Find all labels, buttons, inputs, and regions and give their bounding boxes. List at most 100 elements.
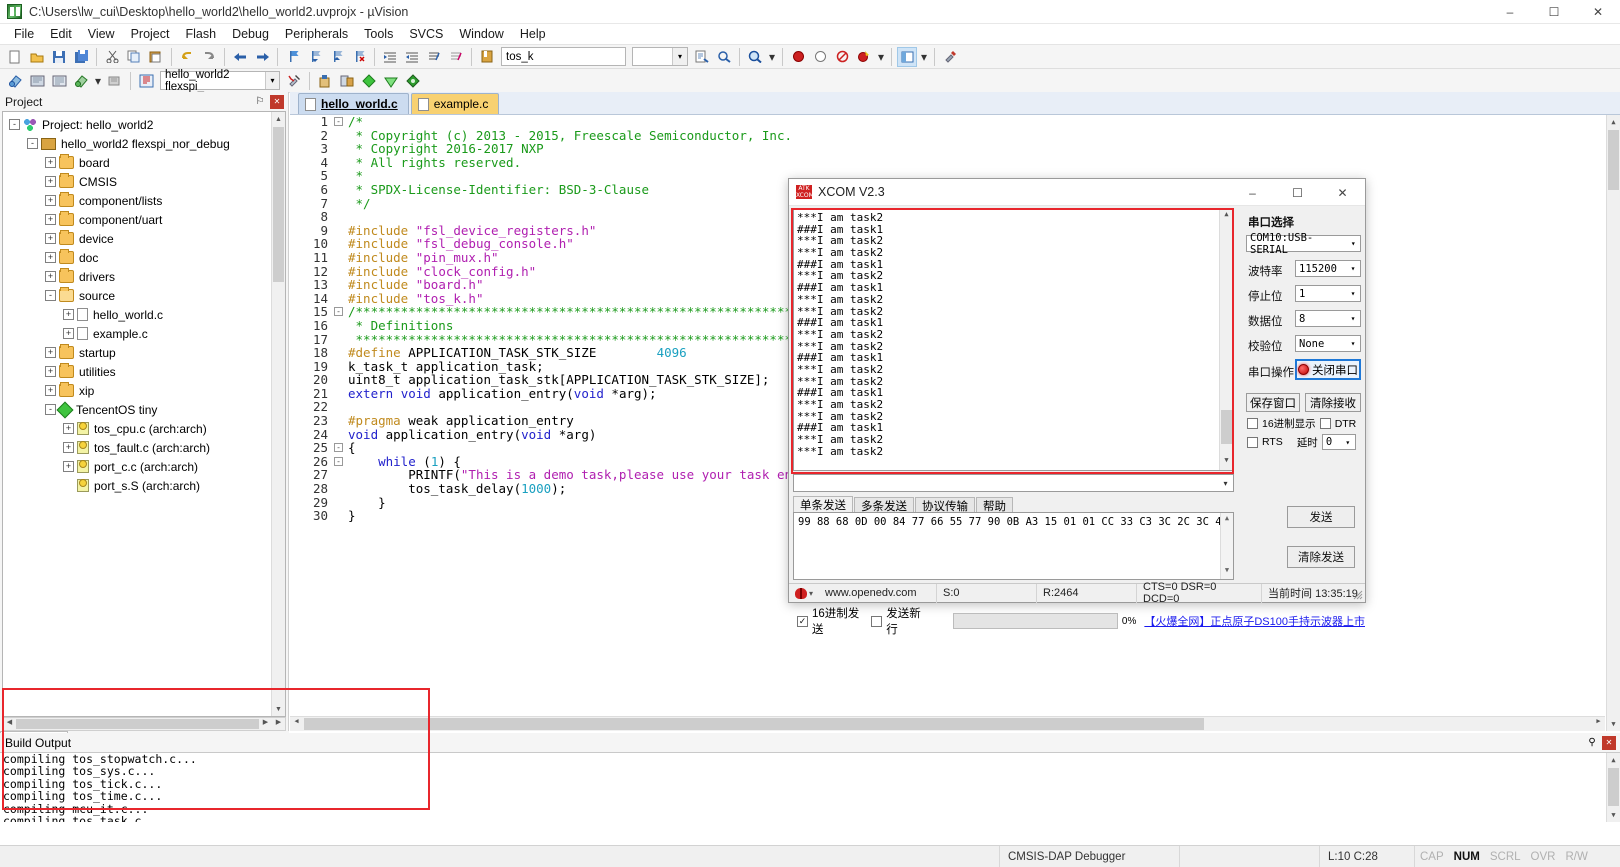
scroll-down-icon[interactable]: ▼	[1221, 566, 1233, 578]
expand-icon[interactable]: +	[63, 328, 74, 339]
bookmark-marker-icon[interactable]	[477, 47, 497, 67]
manage-windows-caret-icon[interactable]: ▾	[919, 47, 929, 67]
delay-combo[interactable]: 0 ▾	[1321, 434, 1356, 450]
outdent-icon[interactable]	[402, 47, 422, 67]
bookmark-toggle-icon[interactable]	[283, 47, 303, 67]
find-magnifier-icon[interactable]	[745, 47, 765, 67]
scroll-up-icon[interactable]: ▲	[272, 112, 285, 126]
tree-node[interactable]: + board	[9, 153, 285, 172]
dtr-checkbox[interactable]	[1319, 418, 1331, 429]
translate-file-icon[interactable]	[5, 71, 25, 91]
hscroll-thumb[interactable]	[16, 719, 259, 729]
chevron-down-icon[interactable]: ▾	[1346, 336, 1360, 351]
menu-item-tools[interactable]: Tools	[356, 25, 401, 43]
copy-icon[interactable]	[124, 47, 144, 67]
menu-item-edit[interactable]: Edit	[42, 25, 80, 43]
manage-windows-icon[interactable]	[897, 46, 917, 67]
resize-grip[interactable]	[1353, 590, 1363, 600]
menu-item-debug[interactable]: Debug	[224, 25, 277, 43]
baud-combo[interactable]: 115200 ▾	[1295, 260, 1361, 277]
kill-all-breakpoints-icon[interactable]	[854, 47, 874, 67]
stop-build-icon[interactable]	[105, 71, 125, 91]
project-tree[interactable]: - Project: hello_world2- hello_world2 flex…	[2, 111, 286, 717]
expand-icon[interactable]: +	[45, 176, 56, 187]
expand-icon[interactable]: +	[45, 271, 56, 282]
pin-icon[interactable]: ⚐	[253, 95, 267, 109]
status-website[interactable]: www.openedv.com	[819, 583, 938, 603]
tree-node[interactable]: + component/uart	[9, 210, 285, 229]
editor-vertical-scrollbar[interactable]: ▲ ▼	[1606, 115, 1620, 731]
tree-node[interactable]: + xip	[9, 381, 285, 400]
tree-node[interactable]: + doc	[9, 248, 285, 267]
chevron-down-icon[interactable]: ▾	[1347, 236, 1360, 251]
cut-icon[interactable]	[102, 47, 122, 67]
stop-bits-combo[interactable]: 1 ▾	[1295, 285, 1361, 302]
manage-project-items-icon[interactable]	[315, 71, 335, 91]
scroll-left-icon[interactable]: ◀	[290, 717, 303, 731]
scroll-right-icon[interactable]: ▶	[259, 718, 272, 730]
scroll-down-icon[interactable]: ▼	[272, 702, 285, 716]
tree-node[interactable]: - hello_world2 flexspi_nor_debug	[9, 134, 285, 153]
navigate-back-icon[interactable]	[230, 47, 250, 67]
tree-node[interactable]: port_s.S (arch:arch)	[9, 476, 285, 495]
indent-icon[interactable]	[380, 47, 400, 67]
pin-icon[interactable]: ⚲	[1585, 736, 1599, 750]
tree-node[interactable]: + tos_cpu.c (arch:arch)	[9, 419, 285, 438]
expand-icon[interactable]: +	[45, 347, 56, 358]
xcom-window[interactable]: ATK XCOM XCOM V2.3 – ☐ ✕ ***I am task2 ###…	[788, 178, 1366, 636]
expand-icon[interactable]: +	[45, 366, 56, 377]
chevron-down-icon[interactable]: ▾	[672, 48, 687, 65]
rts-checkbox[interactable]	[1247, 436, 1258, 448]
scroll-right-icon[interactable]: ▶	[1592, 717, 1605, 731]
scroll-left-icon[interactable]: ◀	[3, 718, 16, 730]
find-in-files-icon[interactable]	[692, 47, 712, 67]
bookmark-clear-icon[interactable]	[349, 47, 369, 67]
scroll-up-icon[interactable]: ▲	[1607, 115, 1620, 129]
newline-checkbox[interactable]	[871, 615, 883, 627]
collapse-icon[interactable]: -	[45, 290, 56, 301]
tree-node[interactable]: + component/lists	[9, 191, 285, 210]
fold-toggle-icon[interactable]: -	[334, 456, 343, 466]
menu-item-help[interactable]: Help	[512, 25, 554, 43]
project-tree-hscrollbar[interactable]: ◀ ▶ ▶	[2, 717, 286, 731]
expand-icon[interactable]: +	[45, 385, 56, 396]
uncomment-icon[interactable]	[446, 47, 466, 67]
new-file-icon[interactable]	[5, 47, 25, 67]
build-output-scrollbar[interactable]: ▲ ▼	[1606, 753, 1620, 822]
tab-help[interactable]: 帮助	[976, 497, 1013, 513]
chevron-down-icon[interactable]: ▾	[1218, 475, 1233, 491]
tab-protocol-send[interactable]: 协议传输	[915, 497, 975, 513]
redo-icon[interactable]	[199, 47, 219, 67]
scroll-thumb[interactable]	[273, 127, 284, 282]
bookmark-next-icon[interactable]	[327, 47, 347, 67]
expand-icon[interactable]: +	[45, 214, 56, 225]
project-tree-scrollbar[interactable]: ▲ ▼	[271, 112, 285, 716]
disable-breakpoint-icon[interactable]	[810, 47, 830, 67]
undo-icon[interactable]	[177, 47, 197, 67]
chevron-down-icon[interactable]: ▾	[1346, 286, 1360, 301]
com-port-combo[interactable]: COM10:USB-SERIAL ▾	[1246, 232, 1361, 256]
tab-multi-send[interactable]: 多条发送	[854, 497, 914, 513]
scroll-up-icon[interactable]: ▲	[1221, 514, 1233, 526]
find-target-dropdown[interactable]: ▾	[632, 47, 688, 66]
chevron-down-icon[interactable]: ▾	[1346, 311, 1360, 326]
collapse-icon[interactable]: -	[27, 138, 38, 149]
expand-icon[interactable]: +	[63, 423, 74, 434]
configure-tools-icon[interactable]	[940, 47, 960, 67]
download-to-flash-icon[interactable]	[136, 71, 156, 91]
receive-filter-combo[interactable]: ▾	[793, 474, 1234, 492]
batch-build-icon[interactable]	[71, 71, 91, 91]
menu-item-file[interactable]: File	[6, 25, 42, 43]
scroll-down-icon[interactable]: ▼	[1220, 456, 1233, 470]
hex-send-checkbox[interactable]: ✓	[797, 615, 808, 627]
scroll-thumb[interactable]	[1608, 768, 1619, 806]
project-target-combo[interactable]: hello_world2 flexspi_ ▾	[160, 69, 280, 93]
menu-item-project[interactable]: Project	[123, 25, 178, 43]
chevron-down-icon[interactable]: ▾	[1346, 261, 1360, 276]
maximize-button[interactable]: ☐	[1532, 0, 1576, 24]
insert-breakpoint-icon[interactable]	[788, 47, 808, 67]
menu-item-peripherals[interactable]: Peripherals	[277, 25, 356, 43]
scroll-right-end-icon[interactable]: ▶	[272, 718, 285, 730]
save-all-icon[interactable]	[71, 47, 91, 67]
tree-node[interactable]: + device	[9, 229, 285, 248]
